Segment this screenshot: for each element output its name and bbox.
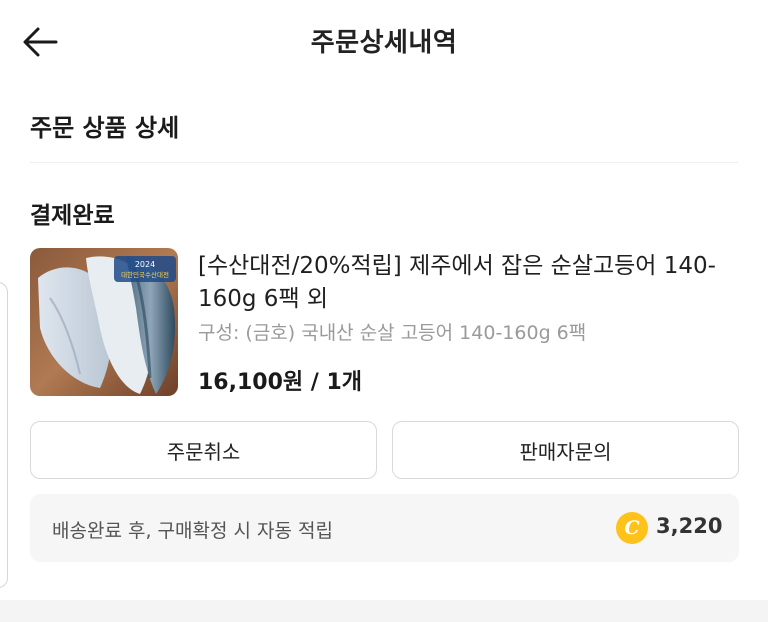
reward-info-box: 배송완료 후, 구매확정 시 자동 적립 C 3,220 xyxy=(30,494,739,562)
svg-text:2024: 2024 xyxy=(135,260,155,269)
reward-description: 배송완료 후, 구매확정 시 자동 적립 xyxy=(52,520,333,542)
product-option: 구성: (금호) 국내산 순살 고등어 140-160g 6팩 xyxy=(198,322,587,344)
section-separator xyxy=(0,600,768,622)
svg-text:대한민국수산대전: 대한민국수산대전 xyxy=(121,270,169,279)
product-price: 16,100원 / 1개 xyxy=(198,370,363,395)
seller-inquiry-button[interactable]: 판매자문의 xyxy=(392,421,739,479)
side-panel-edge xyxy=(0,282,8,588)
divider xyxy=(30,162,738,163)
product-image[interactable]: 2024 대한민국수산대전 xyxy=(30,248,178,396)
app-header: 주문상세내역 xyxy=(0,0,768,82)
page-title: 주문상세내역 xyxy=(310,28,458,58)
product-name[interactable]: [수산대전/20%적립] 제주에서 잡은 순살고등어 140-160g 6팩 외 xyxy=(198,250,743,316)
mackerel-product-photo: 2024 대한민국수산대전 xyxy=(30,248,178,396)
section-title: 주문 상품 상세 xyxy=(30,114,180,142)
coin-icon: C xyxy=(616,512,648,544)
order-status: 결제완료 xyxy=(30,203,115,229)
reward-amount: 3,220 xyxy=(656,514,723,538)
cancel-order-button[interactable]: 주문취소 xyxy=(30,421,377,479)
